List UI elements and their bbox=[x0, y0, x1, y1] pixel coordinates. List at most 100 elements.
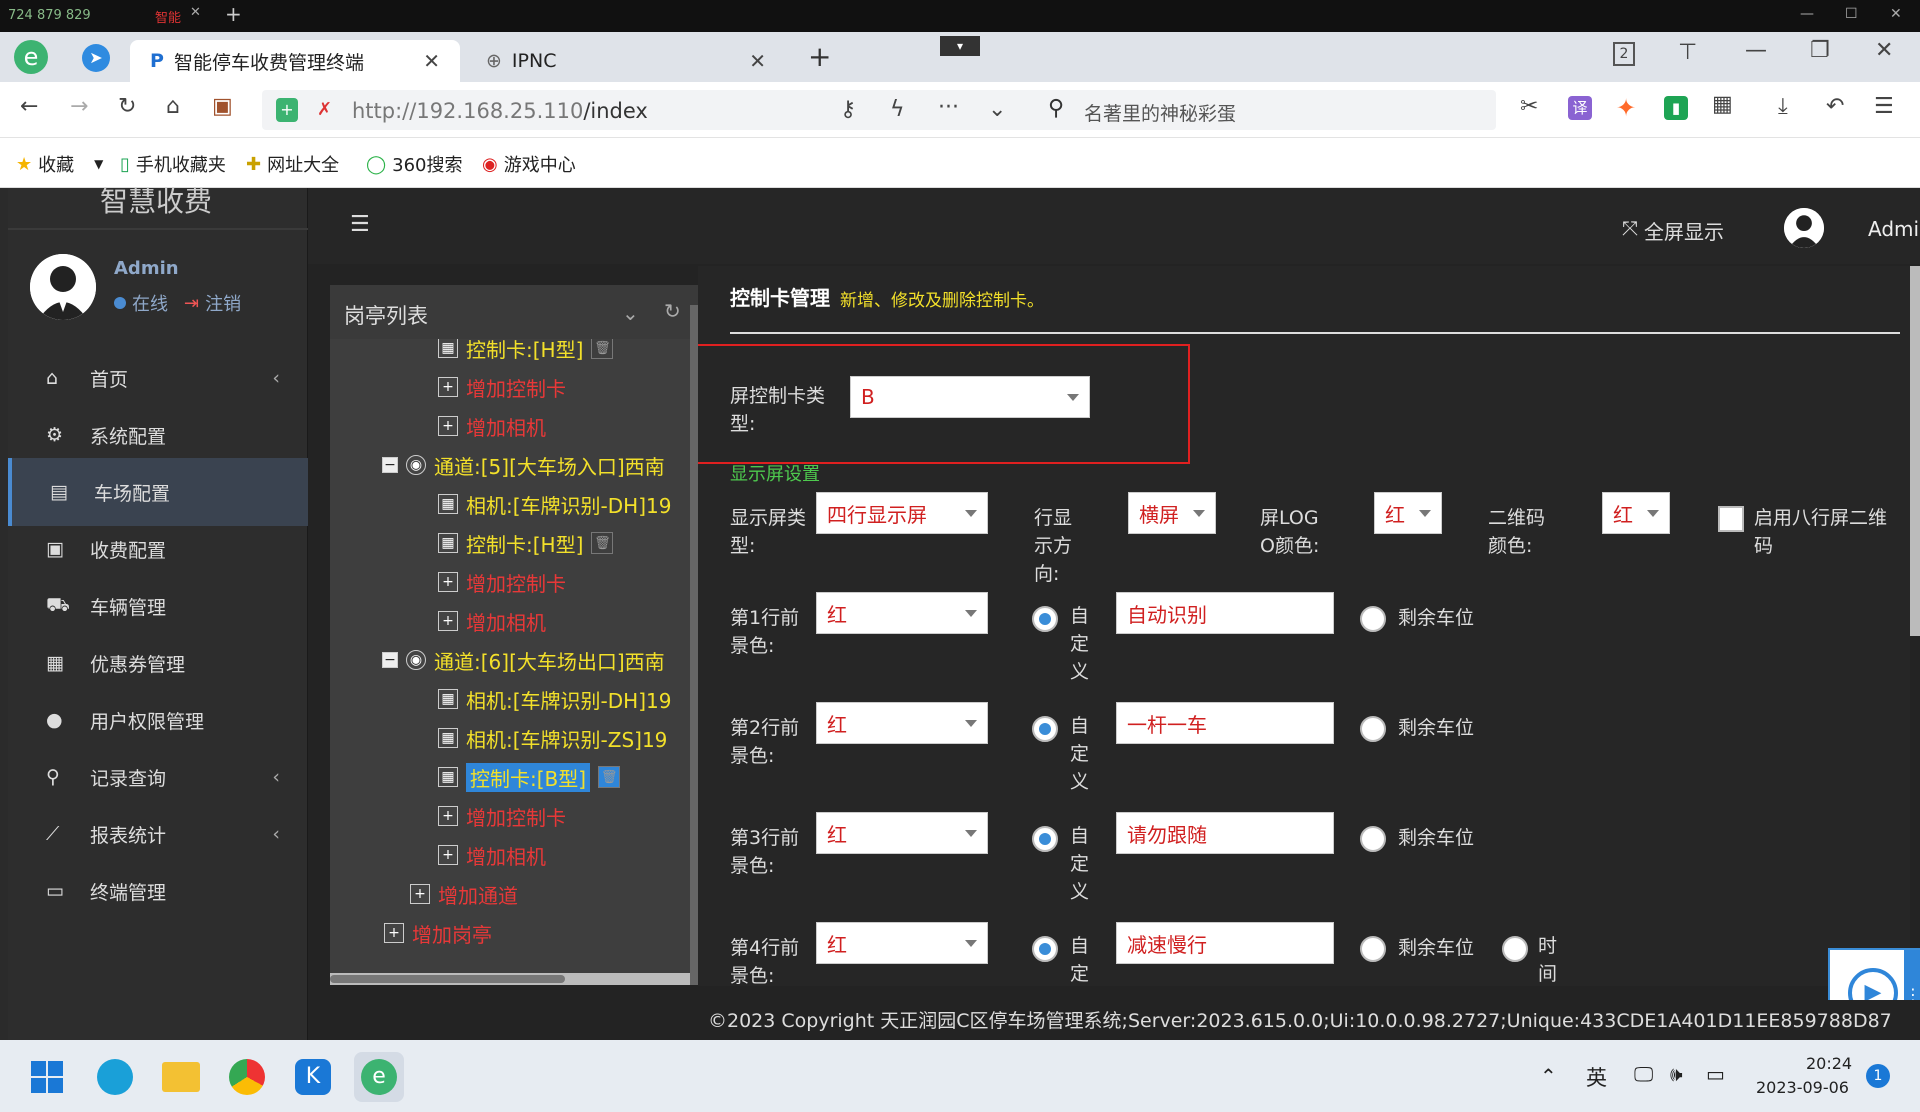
clock-date[interactable]: 2023-09-06 bbox=[1756, 1078, 1849, 1097]
clock-time[interactable]: 20:24 bbox=[1806, 1054, 1852, 1073]
page-scrollbar[interactable] bbox=[1910, 266, 1920, 636]
row-remaining-radio[interactable] bbox=[1360, 826, 1386, 852]
fullscreen-button[interactable]: ⤧ 全屏显示 bbox=[1622, 216, 1724, 245]
row-color-select[interactable]: 红 bbox=[816, 812, 988, 854]
eight-line-qr-checkbox[interactable] bbox=[1718, 506, 1744, 532]
row-time-radio[interactable] bbox=[1502, 936, 1528, 962]
tree-node[interactable]: ▦ 相机:[车牌识别-DH]19 bbox=[438, 680, 671, 718]
collapse-node-icon[interactable]: − bbox=[382, 652, 398, 668]
row-text-input[interactable]: 请勿跟随 bbox=[1116, 812, 1334, 854]
close-tab-icon[interactable]: ✕ bbox=[749, 49, 766, 73]
tree-node[interactable]: ▦ 控制卡:[B型] 🗑 bbox=[438, 758, 621, 796]
row-custom-radio[interactable] bbox=[1032, 606, 1058, 632]
logout-link[interactable]: 注销 bbox=[205, 290, 241, 316]
bookmark-favorites[interactable]: ★ 收藏 ▼ bbox=[16, 151, 103, 177]
chrome-icon[interactable] bbox=[222, 1052, 272, 1102]
forward-icon[interactable]: → bbox=[70, 94, 88, 119]
tree-node[interactable]: + 增加控制卡 bbox=[438, 368, 566, 406]
download-icon[interactable]: ⤓ bbox=[1778, 94, 1788, 119]
home-icon[interactable]: ⌂ bbox=[166, 94, 180, 119]
row-color-select[interactable]: 红 bbox=[816, 922, 988, 964]
tab-ipnc[interactable]: ⊕ IPNC ✕ bbox=[466, 40, 786, 82]
tab-dropdown-icon[interactable]: ▾ bbox=[940, 36, 980, 56]
row-text-input[interactable]: 减速慢行 bbox=[1116, 922, 1334, 964]
tree-node[interactable]: + 增加相机 bbox=[438, 836, 546, 874]
tree-node[interactable]: + 增加相机 bbox=[438, 602, 546, 640]
close-icon[interactable]: ✕ bbox=[190, 5, 201, 20]
key-icon[interactable]: ⚷ bbox=[840, 97, 856, 122]
book-icon[interactable]: ▮ bbox=[1664, 96, 1688, 120]
new-tab-icon[interactable]: + bbox=[808, 40, 831, 73]
tree-node[interactable]: − ◉ 通道:[5][大车场入口]西南 bbox=[382, 446, 665, 484]
tab-parking[interactable]: P 智能停车收费管理终端 ✕ bbox=[130, 40, 460, 82]
row-color-select[interactable]: 红 bbox=[816, 592, 988, 634]
restore-browser-icon[interactable]: ❐ bbox=[1810, 38, 1830, 63]
delete-icon[interactable]: 🗑 bbox=[591, 532, 614, 554]
translate-icon[interactable]: 译 bbox=[1568, 96, 1592, 120]
battery-icon[interactable]: ▭ bbox=[1706, 1062, 1725, 1086]
search-field[interactable]: ⚲ 名著里的神秘彩蛋 bbox=[1036, 90, 1496, 130]
logo-color-select[interactable]: 红 bbox=[1374, 492, 1442, 534]
card-type-select[interactable]: B bbox=[850, 376, 1090, 418]
close-tab-icon[interactable]: ✕ bbox=[423, 49, 440, 73]
chevron-left-icon[interactable]: ‹ bbox=[272, 823, 280, 845]
tree-node[interactable]: ▦ 相机:[车牌识别-ZS]19 bbox=[438, 719, 667, 757]
input-lang[interactable]: 英 bbox=[1586, 1062, 1607, 1092]
undo-icon[interactable]: ↶ bbox=[1826, 94, 1844, 119]
qr-color-select[interactable]: 红 bbox=[1602, 492, 1670, 534]
game-icon[interactable]: ✦ bbox=[1616, 94, 1636, 122]
scissors-icon[interactable]: ✂ bbox=[1520, 94, 1538, 119]
tree-node[interactable]: + 增加控制卡 bbox=[438, 563, 566, 601]
notification-badge[interactable]: 1 bbox=[1866, 1064, 1890, 1088]
horizontal-scrollbar[interactable] bbox=[330, 973, 698, 985]
browser-360-icon[interactable]: e bbox=[354, 1052, 404, 1102]
bookmark-games[interactable]: ◉ 游戏中心 bbox=[482, 151, 576, 177]
chevron-left-icon[interactable]: ‹ bbox=[272, 367, 280, 389]
url-field[interactable]: + ✗ http://192.168.25.110/index ⚷ ϟ ··· … bbox=[262, 90, 1072, 130]
sidebar-item-9[interactable]: ▭ 终端管理 bbox=[8, 857, 308, 925]
add-icon[interactable]: + bbox=[225, 2, 242, 26]
back-icon[interactable]: ← bbox=[20, 94, 38, 119]
send-icon[interactable]: ➤ bbox=[82, 44, 110, 72]
tree-node[interactable]: + 增加控制卡 bbox=[438, 797, 566, 835]
more-icon[interactable]: ··· bbox=[938, 95, 959, 120]
volume-icon[interactable]: 🕪 bbox=[1670, 1062, 1683, 1086]
row-custom-radio[interactable] bbox=[1032, 826, 1058, 852]
row-text-input[interactable]: 一杆一车 bbox=[1116, 702, 1334, 744]
screen-type-select[interactable]: 四行显示屏 bbox=[816, 492, 988, 534]
tree-node[interactable]: + 增加相机 bbox=[438, 407, 546, 445]
close-window-icon[interactable]: ✕ bbox=[1890, 6, 1902, 22]
bookmark-nav[interactable]: ✚ 网址大全 bbox=[246, 151, 339, 177]
refresh-icon[interactable]: ↻ bbox=[664, 299, 681, 323]
browser-logo-icon[interactable]: e bbox=[14, 40, 48, 74]
row-custom-radio[interactable] bbox=[1032, 936, 1058, 962]
menu-icon[interactable]: ☰ bbox=[1874, 94, 1894, 119]
folder-icon[interactable] bbox=[156, 1052, 206, 1102]
collapse-node-icon[interactable]: − bbox=[382, 457, 398, 473]
row-remaining-radio[interactable] bbox=[1360, 606, 1386, 632]
apps-grid-icon[interactable]: ▦ bbox=[1712, 92, 1733, 117]
row-remaining-radio[interactable] bbox=[1360, 936, 1386, 962]
k-app-icon[interactable]: K bbox=[288, 1052, 338, 1102]
tree-node[interactable]: ▦ 控制卡:[H型] 🗑 bbox=[438, 524, 614, 562]
bookmark-360[interactable]: ◯ 360搜索 bbox=[366, 151, 463, 177]
lightning-icon[interactable]: ϟ bbox=[890, 97, 905, 122]
chevron-down-icon[interactable]: ⌄ bbox=[988, 97, 1006, 122]
maximize-icon[interactable]: ☐ bbox=[1845, 6, 1858, 22]
scrollbar-thumb[interactable] bbox=[330, 975, 565, 983]
chevron-left-icon[interactable]: ‹ bbox=[272, 766, 280, 788]
minimize-browser-icon[interactable]: — bbox=[1745, 38, 1767, 63]
tree-node[interactable]: + 增加通道 bbox=[410, 875, 518, 913]
collapse-chevron-icon[interactable]: ⌄ bbox=[622, 301, 639, 325]
reload-icon[interactable]: ↻ bbox=[118, 94, 136, 119]
edge-icon[interactable] bbox=[90, 1052, 140, 1102]
bookmark-mobile[interactable]: ▯ 手机收藏夹 bbox=[120, 151, 226, 177]
tree-node[interactable]: − ◉ 通道:[6][大车场出口]西南 bbox=[382, 641, 665, 679]
tree-node[interactable]: + 增加岗亭 bbox=[384, 914, 492, 952]
close-browser-icon[interactable]: ✕ bbox=[1875, 38, 1893, 63]
windows-start-icon[interactable] bbox=[22, 1052, 72, 1102]
minimize-icon[interactable]: — bbox=[1800, 6, 1814, 22]
delete-icon[interactable]: 🗑 bbox=[591, 339, 614, 359]
network-icon[interactable]: 🖵 bbox=[1634, 1062, 1653, 1086]
delete-icon[interactable]: 🗑 bbox=[598, 766, 621, 788]
